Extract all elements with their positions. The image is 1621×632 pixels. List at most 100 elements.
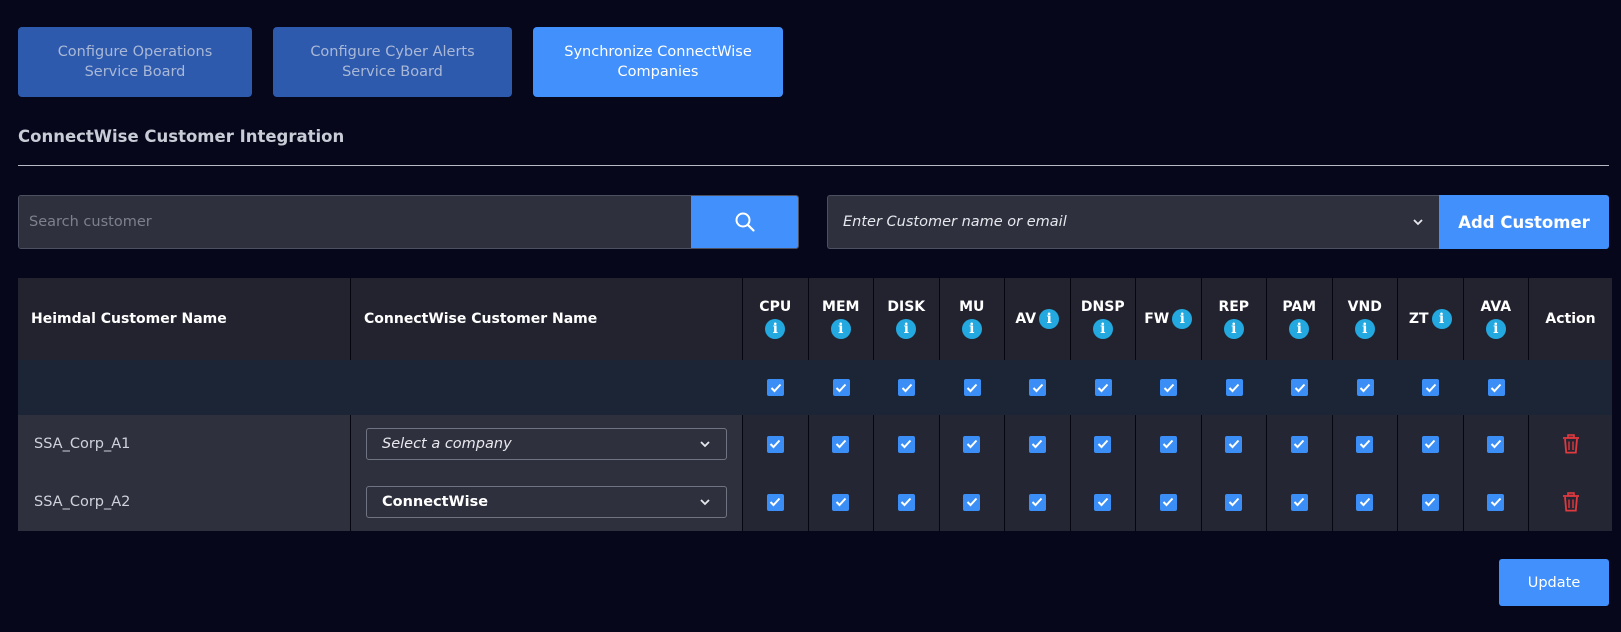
tab-bar: Configure Operations Service Board Config… bbox=[18, 27, 783, 97]
check-icon bbox=[1229, 383, 1240, 392]
chevron-down-icon bbox=[1413, 219, 1423, 226]
select-all-mem-checkbox[interactable] bbox=[832, 379, 850, 396]
select-all-vnd-checkbox[interactable] bbox=[1356, 379, 1374, 396]
select-all-cell bbox=[808, 360, 874, 415]
search-icon bbox=[735, 212, 755, 232]
update-button[interactable]: Update bbox=[1499, 559, 1609, 606]
disk-checkbox[interactable] bbox=[897, 493, 915, 511]
select-all-cell bbox=[1201, 360, 1267, 415]
info-icon[interactable]: i bbox=[1039, 309, 1060, 329]
select-all-pam-checkbox[interactable] bbox=[1291, 379, 1309, 396]
select-all-ava-checkbox[interactable] bbox=[1487, 379, 1505, 396]
mem-checkbox[interactable] bbox=[832, 435, 850, 453]
metric-cell bbox=[1136, 415, 1202, 473]
header-heimdal-customer: Heimdal Customer Name bbox=[18, 278, 351, 360]
vnd-checkbox[interactable] bbox=[1356, 435, 1374, 453]
select-all-cell bbox=[1398, 360, 1464, 415]
metric-cell bbox=[1201, 473, 1267, 531]
dnsp-checkbox[interactable] bbox=[1094, 493, 1112, 511]
select-all-rep-checkbox[interactable] bbox=[1225, 379, 1243, 396]
customer-table: Heimdal Customer Name ConnectWise Custom… bbox=[18, 278, 1612, 531]
mem-checkbox[interactable] bbox=[832, 493, 850, 511]
customer-select[interactable]: Enter Customer name or email bbox=[827, 195, 1439, 249]
company-select[interactable]: ConnectWise bbox=[366, 486, 727, 518]
company-select-value: ConnectWise bbox=[382, 494, 489, 510]
header-rep: REP i bbox=[1201, 278, 1267, 360]
tab-configure-cyber-alerts[interactable]: Configure Cyber Alerts Service Board bbox=[273, 27, 512, 97]
cpu-checkbox[interactable] bbox=[766, 435, 784, 453]
divider bbox=[18, 165, 1609, 166]
tab-synchronize-companies[interactable]: Synchronize ConnectWise Companies bbox=[533, 27, 783, 97]
dnsp-checkbox[interactable] bbox=[1094, 435, 1112, 453]
info-icon[interactable]: i bbox=[1223, 319, 1244, 339]
delete-row-button[interactable] bbox=[1562, 434, 1580, 454]
metric-cell bbox=[1005, 473, 1071, 531]
delete-row-button[interactable] bbox=[1562, 492, 1580, 512]
header-action: Action bbox=[1529, 278, 1612, 360]
ava-checkbox[interactable] bbox=[1487, 493, 1505, 511]
select-all-cpu-checkbox[interactable] bbox=[767, 379, 785, 396]
rep-checkbox[interactable] bbox=[1225, 435, 1243, 453]
info-icon[interactable]: i bbox=[1485, 319, 1506, 339]
ava-checkbox[interactable] bbox=[1487, 435, 1505, 453]
tab-label: Synchronize ConnectWise Companies bbox=[564, 44, 752, 80]
info-icon[interactable]: i bbox=[1172, 309, 1193, 329]
vnd-checkbox[interactable] bbox=[1356, 493, 1374, 511]
metric-cell bbox=[1332, 415, 1398, 473]
check-icon bbox=[1294, 497, 1305, 507]
header-mem: MEM i bbox=[808, 278, 874, 360]
select-all-mu-checkbox[interactable] bbox=[963, 379, 981, 396]
info-icon[interactable]: i bbox=[765, 319, 786, 339]
add-customer-button[interactable]: Add Customer bbox=[1439, 195, 1609, 249]
info-icon[interactable]: i bbox=[896, 319, 917, 339]
mu-checkbox[interactable] bbox=[963, 493, 981, 511]
check-icon bbox=[1098, 383, 1109, 392]
info-icon[interactable]: i bbox=[961, 319, 982, 339]
zt-checkbox[interactable] bbox=[1421, 493, 1439, 511]
header-connectwise-customer: ConnectWise Customer Name bbox=[351, 278, 743, 360]
company-select[interactable]: Select a company bbox=[366, 428, 727, 460]
info-icon[interactable]: i bbox=[830, 319, 851, 339]
disk-checkbox[interactable] bbox=[897, 435, 915, 453]
check-icon bbox=[835, 497, 846, 507]
select-all-disk-checkbox[interactable] bbox=[898, 379, 916, 396]
rep-checkbox[interactable] bbox=[1225, 493, 1243, 511]
select-all-cell bbox=[1070, 360, 1136, 415]
select-all-fw-checkbox[interactable] bbox=[1160, 379, 1178, 396]
info-icon[interactable]: i bbox=[1431, 309, 1452, 329]
metric-cell bbox=[808, 473, 874, 531]
check-icon bbox=[1097, 439, 1108, 449]
metric-cell bbox=[743, 473, 809, 531]
pam-checkbox[interactable] bbox=[1290, 435, 1308, 453]
info-icon[interactable]: i bbox=[1092, 319, 1113, 339]
metric-cell bbox=[1398, 415, 1464, 473]
tab-label: Configure Operations Service Board bbox=[57, 44, 213, 80]
search-button[interactable] bbox=[691, 196, 798, 248]
check-icon bbox=[1425, 439, 1436, 449]
select-all-zt-checkbox[interactable] bbox=[1422, 379, 1440, 396]
select-all-cell bbox=[743, 360, 809, 415]
av-checkbox[interactable] bbox=[1028, 435, 1046, 453]
metric-cell bbox=[808, 415, 874, 473]
info-icon[interactable]: i bbox=[1354, 319, 1375, 339]
check-icon bbox=[966, 497, 977, 507]
check-icon bbox=[835, 439, 846, 449]
chevron-down-icon bbox=[700, 441, 710, 448]
cpu-checkbox[interactable] bbox=[766, 493, 784, 511]
select-all-av-checkbox[interactable] bbox=[1029, 379, 1047, 396]
search-box bbox=[18, 195, 799, 249]
fw-checkbox[interactable] bbox=[1159, 493, 1177, 511]
metric-cell bbox=[1070, 415, 1136, 473]
fw-checkbox[interactable] bbox=[1159, 435, 1177, 453]
info-icon[interactable]: i bbox=[1289, 319, 1310, 339]
select-all-spacer bbox=[351, 360, 743, 415]
av-checkbox[interactable] bbox=[1028, 493, 1046, 511]
select-all-dnsp-checkbox[interactable] bbox=[1094, 379, 1112, 396]
search-input[interactable] bbox=[19, 196, 691, 248]
check-icon bbox=[1097, 497, 1108, 507]
pam-checkbox[interactable] bbox=[1290, 493, 1308, 511]
tab-configure-operations[interactable]: Configure Operations Service Board bbox=[18, 27, 252, 97]
metric-cell bbox=[1332, 473, 1398, 531]
zt-checkbox[interactable] bbox=[1421, 435, 1439, 453]
mu-checkbox[interactable] bbox=[963, 435, 981, 453]
